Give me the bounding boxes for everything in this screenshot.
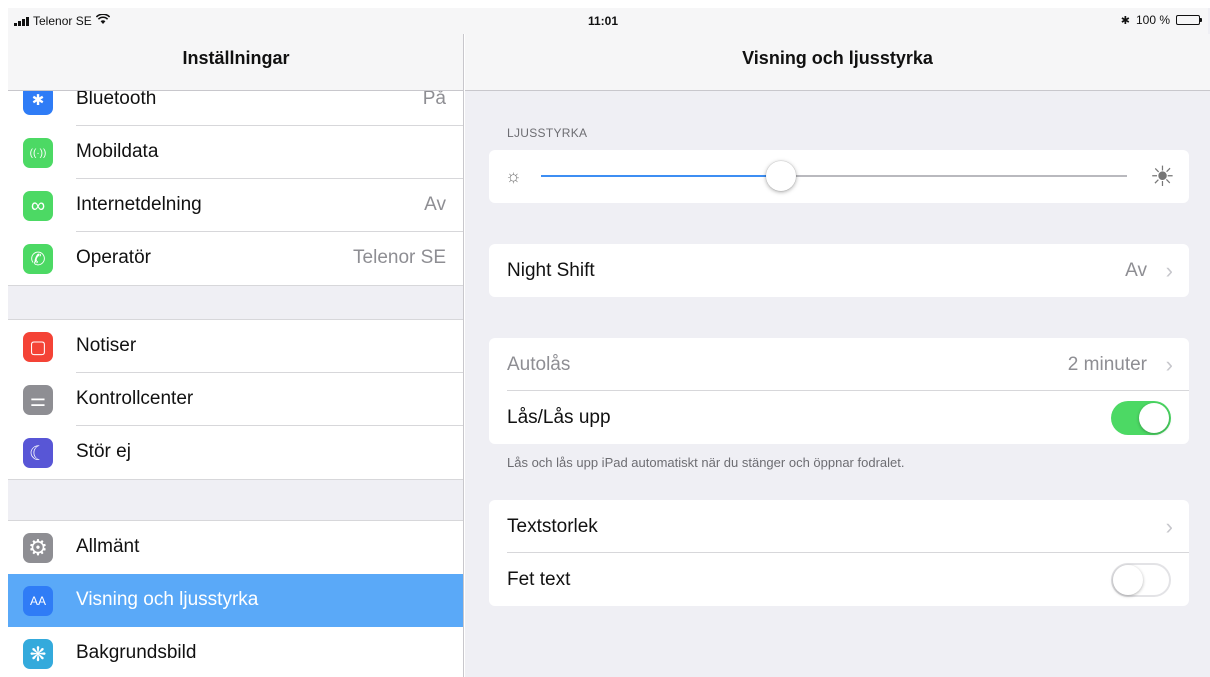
autolock-value: 2 minuter bbox=[1067, 354, 1147, 375]
night-shift-card: Night Shift Av › bbox=[489, 244, 1189, 297]
wallpaper-icon: ❋ bbox=[23, 639, 53, 669]
night-shift-label: Night Shift bbox=[507, 260, 595, 281]
sidebar-item-value: Telenor SE bbox=[353, 247, 446, 268]
signal-icon bbox=[14, 16, 29, 26]
sidebar-item-bakgrundsbild[interactable]: ❋ Bakgrundsbild bbox=[8, 627, 463, 677]
sidebar-item-operator[interactable]: ✆ Operatör Telenor SE bbox=[8, 232, 463, 285]
brightness-slider-row: ☼ ☀ bbox=[489, 150, 1189, 203]
text-size-row[interactable]: Textstorlek › bbox=[489, 500, 1189, 553]
brightness-slider-thumb[interactable] bbox=[766, 161, 797, 191]
detail-pane: Visning och ljusstyrka LJUSSTYRKA ☼ ☀ Ni… bbox=[465, 8, 1210, 677]
sidebar-item-label: Bakgrundsbild bbox=[76, 642, 197, 663]
clock: 11:01 bbox=[588, 14, 619, 28]
antenna-icon: ((·)) bbox=[23, 138, 53, 168]
moon-icon: ☾ bbox=[23, 438, 53, 468]
brightness-slider[interactable] bbox=[541, 161, 1127, 191]
lock-card: Autolås 2 minuter › Lås/Lås upp bbox=[489, 338, 1189, 444]
sun-small-icon: ☼ bbox=[505, 166, 522, 186]
sidebar-item-value: Av bbox=[424, 194, 446, 215]
page-title: Visning och ljusstyrka bbox=[742, 47, 933, 68]
lock-unlock-row: Lås/Lås upp bbox=[489, 391, 1189, 444]
brightness-card: ☼ ☀ bbox=[489, 150, 1189, 203]
toggle-knob bbox=[1113, 565, 1143, 595]
sidebar-item-value: På bbox=[422, 88, 446, 109]
brightness-slider-fill bbox=[541, 175, 782, 177]
notifications-icon: ▢ bbox=[23, 332, 53, 362]
sidebar-item-label: Stör ej bbox=[76, 441, 131, 462]
night-shift-value: Av bbox=[1125, 260, 1147, 281]
sidebar-item-label: Visning och ljusstyrka bbox=[76, 589, 259, 610]
sidebar-item-allmant[interactable]: ⚙ Allmänt bbox=[8, 521, 463, 574]
sidebar-item-internetdelning[interactable]: ∞ Internetdelning Av bbox=[8, 179, 463, 232]
sidebar-item-notiser[interactable]: ▢ Notiser bbox=[8, 320, 463, 373]
text-card: Textstorlek › Fet text bbox=[489, 500, 1189, 606]
chevron-right-icon: › bbox=[1165, 352, 1173, 377]
status-bar: Telenor SE 11:01 ✱ 100 % bbox=[8, 8, 1208, 34]
sidebar-item-label: Operatör bbox=[76, 247, 151, 268]
bold-text-label: Fet text bbox=[507, 569, 571, 590]
sun-large-icon: ☀ bbox=[1149, 161, 1175, 192]
display-icon: AA bbox=[23, 586, 53, 616]
bold-text-toggle[interactable] bbox=[1111, 563, 1171, 597]
night-shift-row[interactable]: Night Shift Av › bbox=[489, 244, 1189, 297]
bluetooth-status-icon: ✱ bbox=[1120, 14, 1130, 27]
carrier-label: Telenor SE bbox=[33, 14, 92, 28]
sidebar-item-visning[interactable]: AA Visning och ljusstyrka bbox=[8, 574, 463, 627]
sidebar-item-label: Notiser bbox=[76, 335, 137, 356]
detail-header: Visning och ljusstyrka bbox=[465, 34, 1210, 91]
status-right: ✱ 100 % bbox=[1120, 13, 1202, 27]
status-left: Telenor SE bbox=[14, 13, 110, 28]
toggle-knob bbox=[1139, 403, 1169, 433]
chevron-right-icon: › bbox=[1165, 258, 1173, 283]
phone-icon: ✆ bbox=[23, 244, 53, 274]
hotspot-icon: ∞ bbox=[23, 191, 53, 221]
lock-unlock-label: Lås/Lås upp bbox=[507, 407, 611, 428]
group-spacer bbox=[8, 285, 463, 320]
bold-text-row: Fet text bbox=[489, 553, 1189, 606]
battery-percent: 100 % bbox=[1135, 13, 1170, 27]
chevron-right-icon: › bbox=[1165, 514, 1173, 539]
brightness-section-label: LJUSSTYRKA bbox=[507, 126, 588, 140]
autolock-label: Autolås bbox=[507, 354, 571, 375]
sidebar-item-stor-ej[interactable]: ☾ Stör ej bbox=[8, 426, 463, 479]
sidebar-item-label: Internetdelning bbox=[76, 194, 202, 215]
sidebar-item-mobildata[interactable]: ((·)) Mobildata bbox=[8, 126, 463, 179]
lock-footer-note: Lås och lås upp iPad automatiskt när du … bbox=[507, 455, 905, 470]
sidebar-title: Inställningar bbox=[182, 47, 290, 68]
battery-icon bbox=[1176, 15, 1202, 25]
sidebar-item-label: Bluetooth bbox=[76, 88, 157, 109]
sidebar-item-kontrollcenter[interactable]: ⚌ Kontrollcenter bbox=[8, 373, 463, 426]
sidebar-header: Inställningar bbox=[8, 34, 463, 91]
group-spacer bbox=[8, 479, 463, 521]
sidebar-item-label: Mobildata bbox=[76, 141, 159, 162]
sidebar-item-label: Kontrollcenter bbox=[76, 388, 194, 409]
control-center-icon: ⚌ bbox=[23, 385, 53, 415]
gear-icon: ⚙ bbox=[23, 533, 53, 563]
autolock-row[interactable]: Autolås 2 minuter › bbox=[489, 338, 1189, 391]
settings-sidebar: Inställningar ✱ Bluetooth På ((·)) Mobil… bbox=[8, 8, 464, 677]
wifi-icon bbox=[95, 13, 110, 28]
lock-unlock-toggle[interactable] bbox=[1111, 401, 1171, 435]
text-size-label: Textstorlek bbox=[507, 516, 598, 537]
sidebar-item-label: Allmänt bbox=[76, 536, 140, 557]
